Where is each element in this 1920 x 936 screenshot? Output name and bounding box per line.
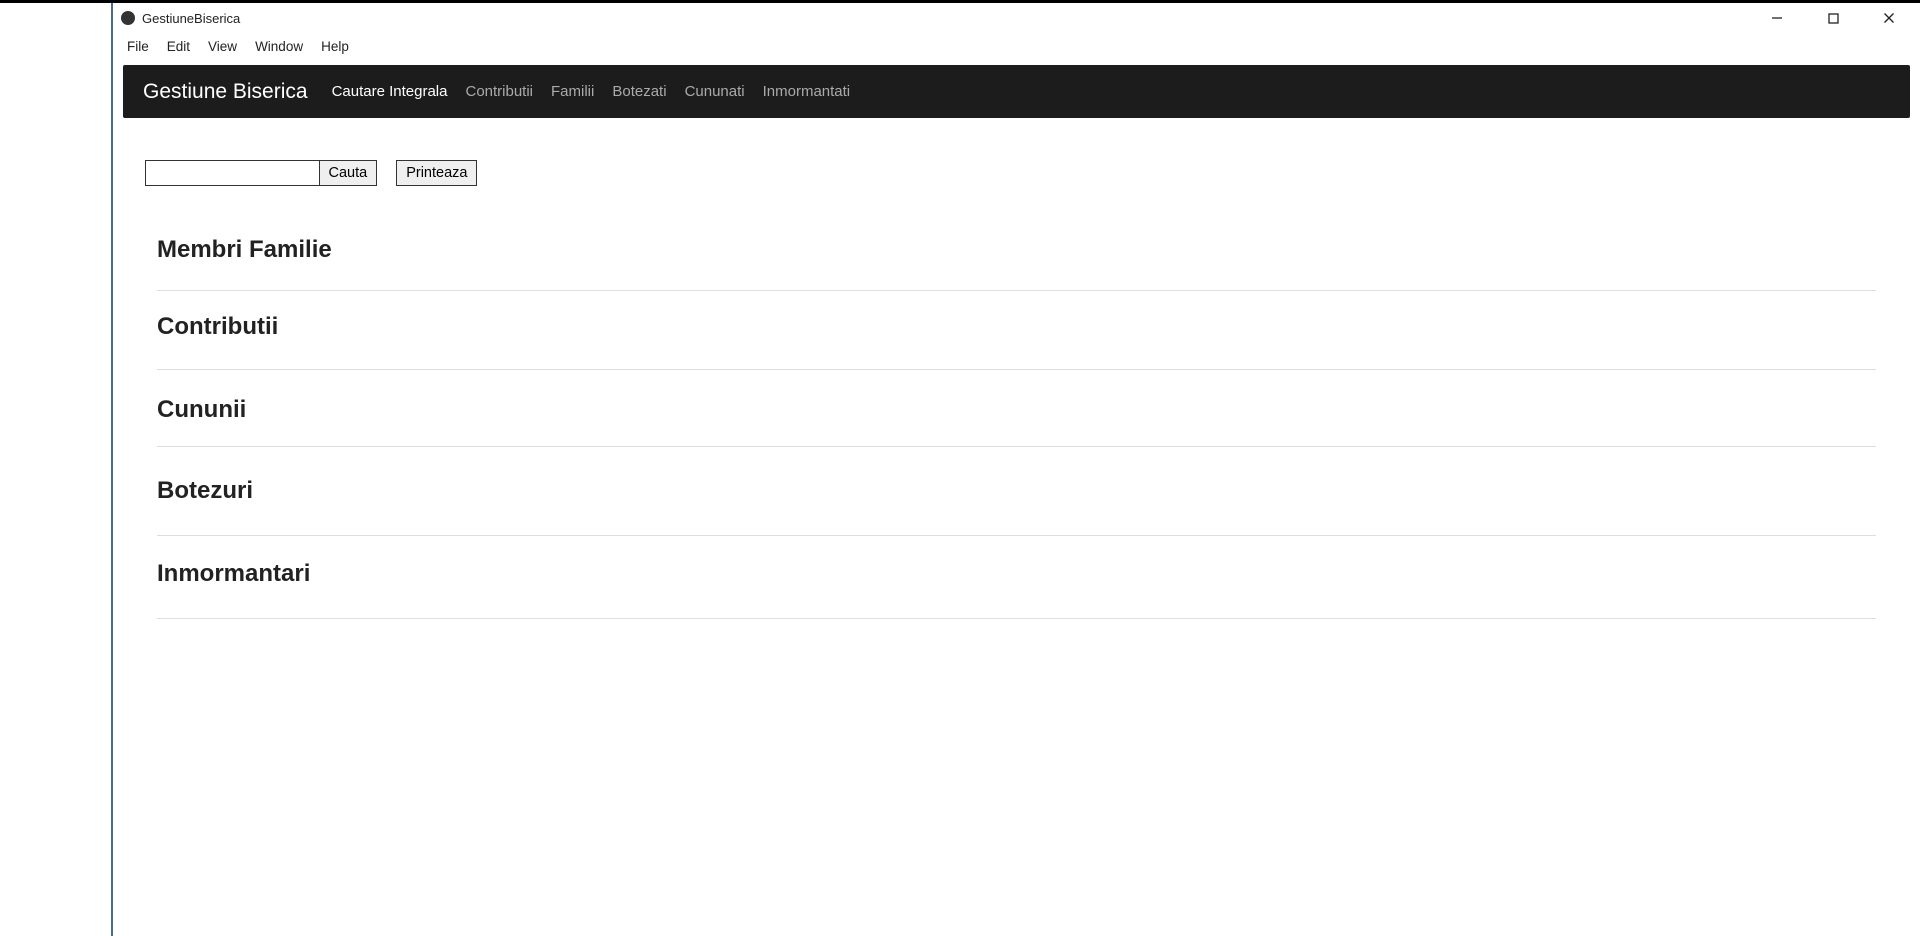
app-window: GestiuneBiserica File Edit View Window H… [113, 3, 1920, 936]
menubar: File Edit View Window Help [113, 33, 1920, 59]
window-title: GestiuneBiserica [142, 11, 240, 26]
menu-file[interactable]: File [119, 37, 157, 56]
left-gutter [0, 3, 113, 936]
menu-view[interactable]: View [200, 37, 245, 56]
titlebar: GestiuneBiserica [113, 3, 1920, 33]
search-button[interactable]: Cauta [319, 160, 378, 186]
minimize-icon [1771, 12, 1783, 24]
section-membri-familie: Membri Familie [157, 236, 1876, 291]
maximize-icon [1828, 13, 1839, 24]
section-title: Cununii [157, 396, 1876, 424]
close-button[interactable] [1874, 7, 1904, 29]
menu-window[interactable]: Window [247, 37, 311, 56]
section-contributii: Contributii [157, 313, 1876, 370]
section-botezuri: Botezuri [157, 477, 1876, 536]
nav-cautare-integrala[interactable]: Cautare Integrala [332, 83, 448, 100]
nav-inmormantati[interactable]: Inmormantati [763, 83, 851, 100]
nav-items: Cautare Integrala Contributii Familii Bo… [332, 83, 851, 100]
minimize-button[interactable] [1762, 7, 1792, 29]
menu-edit[interactable]: Edit [159, 37, 198, 56]
close-icon [1883, 12, 1895, 24]
nav-contributii[interactable]: Contributii [465, 83, 533, 100]
nav-familii[interactable]: Familii [551, 83, 594, 100]
result-sections: Membri Familie Contributii Cununii Botez… [123, 236, 1910, 619]
print-button[interactable]: Printeaza [396, 160, 477, 186]
window-controls [1762, 7, 1912, 29]
section-title: Inmormantari [157, 560, 1876, 588]
brand-title: Gestiune Biserica [143, 80, 308, 104]
maximize-button[interactable] [1818, 7, 1848, 29]
navbar: Gestiune Biserica Cautare Integrala Cont… [123, 65, 1910, 118]
section-title: Membri Familie [157, 236, 1876, 264]
nav-cununati[interactable]: Cununati [685, 83, 745, 100]
section-cununii: Cununii [157, 396, 1876, 447]
nav-botezati[interactable]: Botezati [612, 83, 666, 100]
search-row: Cauta Printeaza [123, 160, 1910, 186]
search-input[interactable] [145, 160, 320, 186]
section-inmormantari: Inmormantari [157, 560, 1876, 619]
section-title: Contributii [157, 313, 1876, 341]
section-title: Botezuri [157, 477, 1876, 505]
app-icon [121, 11, 135, 25]
menu-help[interactable]: Help [313, 37, 357, 56]
